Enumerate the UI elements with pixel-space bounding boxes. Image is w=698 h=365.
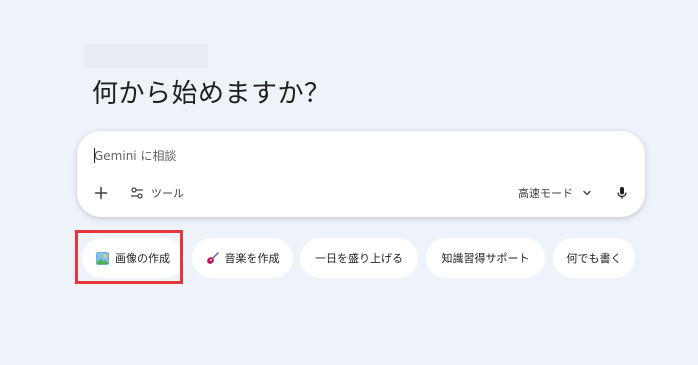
page-heading: 何から始めますか？: [92, 79, 331, 109]
chip-label: 知識習得サポート: [441, 252, 530, 265]
prompt-input[interactable]: [94, 145, 614, 167]
tools-label: ツール: [151, 187, 184, 200]
add-button[interactable]: [90, 182, 112, 204]
guitar-icon: [206, 251, 219, 265]
prompt-composer: ツール 高速モード: [77, 131, 645, 217]
chip-label: 何でも書く: [566, 252, 622, 265]
chip-label: 音楽を作成: [224, 252, 280, 265]
chip-write-anything[interactable]: 何でも書く: [553, 238, 635, 278]
chip-label: 一日を盛り上げる: [315, 252, 403, 265]
mode-selector[interactable]: 高速モード: [514, 182, 596, 204]
chip-learning-support[interactable]: 知識習得サポート: [426, 238, 545, 278]
chip-brighten-day[interactable]: 一日を盛り上げる: [300, 238, 418, 278]
highlight-annotation: [75, 230, 183, 284]
mode-label: 高速モード: [518, 187, 573, 200]
microphone-button[interactable]: [612, 182, 632, 204]
plus-icon: [94, 186, 108, 200]
tune-icon: [130, 187, 144, 199]
tools-button[interactable]: ツール: [126, 182, 188, 204]
text-caret: [94, 148, 95, 163]
microphone-icon: [617, 187, 627, 199]
chip-create-music[interactable]: 音楽を作成: [192, 238, 293, 278]
chevron-down-icon: [583, 190, 591, 196]
faded-header-block: [84, 44, 208, 68]
